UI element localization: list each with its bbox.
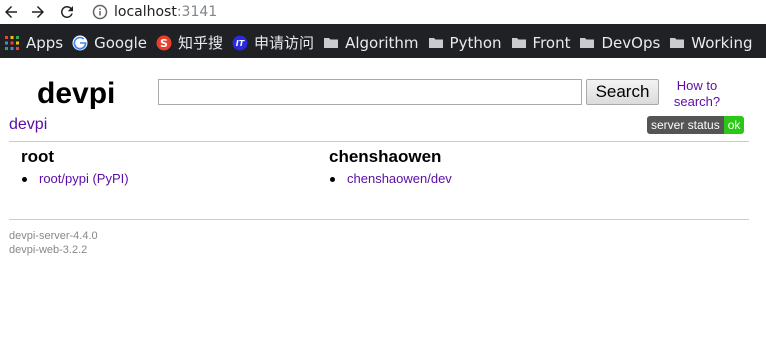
- user-section-root: root root/pypi (PyPI): [21, 147, 129, 187]
- reload-icon: [60, 5, 73, 18]
- bookmark-label: 申请访问: [254, 34, 315, 52]
- info-icon[interactable]: [92, 4, 108, 20]
- bookmark-google[interactable]: Google: [68, 30, 152, 56]
- address-bar[interactable]: localhost:3141: [86, 0, 766, 24]
- bookmark-folder-devops[interactable]: DevOps: [575, 30, 665, 56]
- divider: [9, 219, 749, 220]
- google-icon: [72, 35, 88, 50]
- folder-icon: [428, 37, 443, 48]
- reload-button[interactable]: [57, 2, 77, 22]
- url-port: :3141: [176, 4, 218, 20]
- folder-icon: [324, 37, 339, 48]
- bullet: [330, 176, 335, 182]
- bookmark-folder-python[interactable]: Python: [424, 30, 507, 56]
- bookmark-it-access[interactable]: IT 申请访问: [228, 30, 319, 56]
- zhihu-sogou-icon: S: [156, 35, 172, 50]
- forward-button[interactable]: [28, 2, 48, 22]
- divider: [9, 141, 749, 142]
- bookmarks-bar: Apps Google S 知乎搜 IT 申请访问 Algorithm Pyth…: [0, 27, 766, 58]
- index-link-root-pypi[interactable]: root/pypi (PyPI): [21, 171, 129, 187]
- folder-icon: [670, 37, 685, 48]
- bookmark-label: Algorithm: [345, 33, 419, 52]
- index-list: chenshaowen/dev: [329, 171, 452, 187]
- user-name: chenshaowen: [329, 147, 442, 166]
- bookmark-label: Apps: [26, 33, 64, 52]
- forward-arrow-icon: [32, 6, 44, 18]
- it-icon: IT: [232, 35, 248, 50]
- search-input[interactable]: [158, 79, 582, 105]
- bookmark-folder-working[interactable]: Working: [665, 30, 757, 56]
- user-section-chenshaowen: chenshaowen chenshaowen/dev: [329, 147, 452, 187]
- folder-icon: [580, 37, 595, 48]
- server-status-value: ok: [723, 116, 745, 134]
- svg-text:S: S: [160, 37, 168, 50]
- bookmark-folder-front[interactable]: Front: [507, 30, 576, 56]
- back-button[interactable]: [1, 2, 21, 22]
- index-list: root/pypi (PyPI): [21, 171, 129, 187]
- folder-icon: [511, 37, 526, 48]
- devpi-page: devpi devpi Search How to search? server…: [0, 58, 766, 355]
- bullet: [22, 176, 27, 182]
- web-version: devpi-web-3.2.2: [9, 244, 88, 256]
- bookmark-folder-algorithm[interactable]: Algorithm: [319, 30, 423, 56]
- bookmark-label: Google: [94, 33, 148, 52]
- user-name: root: [21, 147, 55, 166]
- how-to-search-link[interactable]: How to search?: [667, 78, 727, 110]
- page-logo: devpi: [37, 77, 116, 110]
- search-button[interactable]: Search: [586, 79, 659, 105]
- server-version: devpi-server-4.4.0: [9, 230, 98, 242]
- bookmark-label: 知乎搜: [178, 34, 224, 52]
- index-label: chenshaowen/dev: [347, 171, 452, 186]
- browser-chrome: localhost:3141 Apps Google S 知乎搜 IT 申请访问…: [0, 0, 766, 58]
- bookmark-label: DevOps: [601, 33, 661, 52]
- back-arrow-icon: [5, 6, 17, 18]
- index-link-chenshaowen-dev[interactable]: chenshaowen/dev: [329, 171, 452, 187]
- bookmark-zhihu-sogou[interactable]: S 知乎搜: [152, 30, 228, 56]
- browser-toolbar: localhost:3141: [0, 0, 766, 24]
- index-label: root/pypi (PyPI): [39, 171, 129, 186]
- bookmark-label: Working: [691, 33, 753, 52]
- home-link[interactable]: devpi: [9, 116, 47, 134]
- version-footer: devpi-server-4.4.0 devpi-web-3.2.2: [9, 229, 98, 257]
- url-host: localhost: [114, 4, 177, 20]
- bookmark-apps[interactable]: Apps: [0, 30, 68, 56]
- server-status-label: server status: [647, 116, 724, 134]
- bookmark-label: Python: [449, 33, 502, 52]
- apps-grid-icon: [5, 35, 19, 50]
- server-status-badge[interactable]: server status ok: [647, 116, 745, 134]
- svg-text:IT: IT: [236, 39, 245, 48]
- bookmark-label: Front: [532, 33, 571, 52]
